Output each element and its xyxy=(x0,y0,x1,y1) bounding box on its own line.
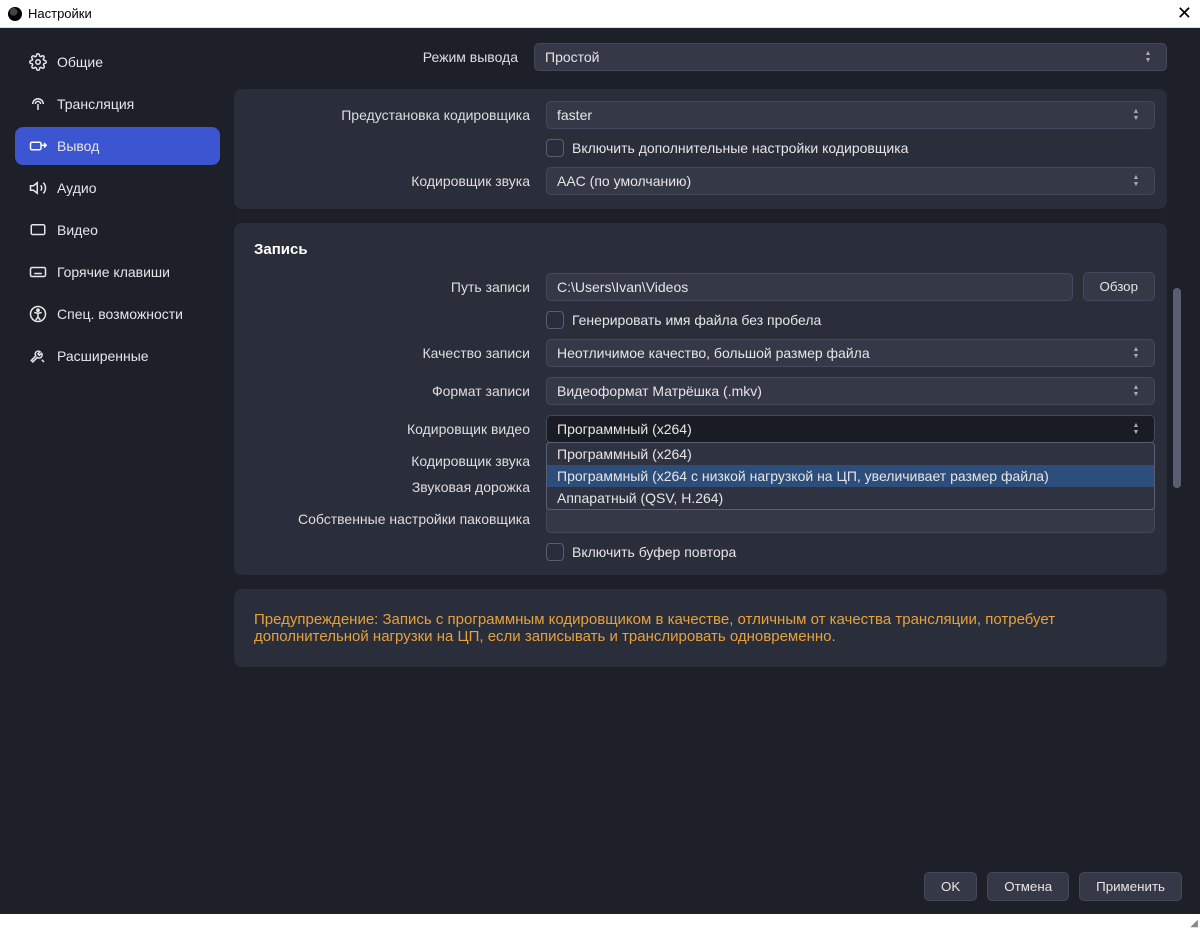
browse-button[interactable]: Обзор xyxy=(1083,272,1156,301)
spinner-icon: ▲▼ xyxy=(1128,347,1144,360)
close-icon[interactable]: ✕ xyxy=(1177,3,1192,24)
sidebar-item-video[interactable]: Видео xyxy=(15,211,220,249)
sidebar-item-output[interactable]: Вывод xyxy=(15,127,220,165)
spinner-icon: ▲▼ xyxy=(1128,423,1144,436)
encoder-preset-select[interactable]: faster ▲▼ xyxy=(546,101,1155,129)
enable-advanced-encoder-checkbox[interactable] xyxy=(546,139,564,157)
recording-panel: Запись Путь записи C:\Users\Ivan\Videos … xyxy=(234,223,1167,575)
enable-advanced-encoder-label: Включить дополнительные настройки кодиро… xyxy=(572,140,908,156)
audio-encoder-label: Кодировщик звука xyxy=(246,173,536,189)
spinner-icon: ▲▼ xyxy=(1128,175,1144,188)
speaker-icon xyxy=(29,179,47,197)
footer: OK Отмена Применить xyxy=(0,858,1200,914)
scrollbar[interactable] xyxy=(1173,288,1181,488)
sidebar-item-stream[interactable]: Трансляция xyxy=(15,85,220,123)
sidebar-item-accessibility[interactable]: Спец. возможности xyxy=(15,295,220,333)
sidebar-item-hotkeys[interactable]: Горячие клавиши xyxy=(15,253,220,291)
muxer-settings-label: Собственные настройки паковщика xyxy=(246,511,536,527)
dropdown-item[interactable]: Программный (x264 с низкой нагрузкой на … xyxy=(547,465,1154,487)
replay-buffer-checkbox[interactable] xyxy=(546,543,564,561)
encoder-preset-label: Предустановка кодировщика xyxy=(246,107,536,123)
tools-icon xyxy=(29,347,47,365)
resize-grip-icon[interactable]: ◢ xyxy=(1190,918,1198,929)
spinner-icon: ▲▼ xyxy=(1140,51,1156,64)
sidebar-item-audio[interactable]: Аудио xyxy=(15,169,220,207)
warning-text: Предупреждение: Запись с программным код… xyxy=(254,611,1055,645)
audio-encoder-select[interactable]: AAC (по умолчанию) ▲▼ xyxy=(546,167,1155,195)
sidebar-item-advanced[interactable]: Расширенные xyxy=(15,337,220,375)
no-space-filename-checkbox[interactable] xyxy=(546,311,564,329)
sidebar-item-label: Видео xyxy=(57,222,98,238)
titlebar: Настройки ✕ xyxy=(0,0,1200,28)
spinner-icon: ▲▼ xyxy=(1128,109,1144,122)
sidebar-item-label: Горячие клавиши xyxy=(57,264,170,280)
ok-button[interactable]: OK xyxy=(924,872,977,901)
window-title: Настройки xyxy=(28,6,92,21)
main-content: Режим вывода Простой ▲▼ Предустановка ко… xyxy=(234,43,1185,843)
recording-quality-select[interactable]: Неотличимое качество, большой размер фай… xyxy=(546,339,1155,367)
audio-track-label: Звуковая дорожка xyxy=(246,479,536,495)
sidebar-item-label: Общие xyxy=(57,54,103,70)
spinner-icon: ▲▼ xyxy=(1128,385,1144,398)
recording-format-select[interactable]: Видеоформат Матрёшка (.mkv) ▲▼ xyxy=(546,377,1155,405)
warning-panel: Предупреждение: Запись с программным код… xyxy=(234,589,1167,667)
sidebar: Общие Трансляция Вывод Аудио Видео xyxy=(15,43,220,843)
obs-icon xyxy=(8,7,22,21)
recording-path-label: Путь записи xyxy=(246,279,536,295)
recording-quality-label: Качество записи xyxy=(246,345,536,361)
cancel-button[interactable]: Отмена xyxy=(987,872,1069,901)
recording-path-input[interactable]: C:\Users\Ivan\Videos xyxy=(546,273,1073,301)
sidebar-item-label: Расширенные xyxy=(57,348,149,364)
dropdown-item[interactable]: Аппаратный (QSV, H.264) xyxy=(547,487,1154,509)
dropdown-item[interactable]: Программный (x264) xyxy=(547,443,1154,465)
sidebar-item-label: Аудио xyxy=(57,180,97,196)
sidebar-item-label: Спец. возможности xyxy=(57,306,183,322)
gear-icon xyxy=(29,53,47,71)
sidebar-item-general[interactable]: Общие xyxy=(15,43,220,81)
recording-video-encoder-label: Кодировщик видео xyxy=(246,421,536,437)
apply-button[interactable]: Применить xyxy=(1079,872,1182,901)
sidebar-item-label: Вывод xyxy=(57,138,99,154)
replay-buffer-label: Включить буфер повтора xyxy=(572,544,736,560)
recording-audio-encoder-label: Кодировщик звука xyxy=(246,453,536,469)
monitor-icon xyxy=(29,221,47,239)
accessibility-icon xyxy=(29,305,47,323)
recording-section-title: Запись xyxy=(254,241,1155,258)
output-icon xyxy=(29,137,47,155)
streaming-panel: Предустановка кодировщика faster ▲▼ Вклю… xyxy=(234,89,1167,209)
keyboard-icon xyxy=(29,263,47,281)
recording-video-encoder-select[interactable]: Программный (x264) ▲▼ Программный (x264)… xyxy=(546,415,1155,443)
sidebar-item-label: Трансляция xyxy=(57,96,134,112)
recording-format-label: Формат записи xyxy=(246,383,536,399)
no-space-filename-label: Генерировать имя файла без пробела xyxy=(572,312,821,328)
output-mode-select[interactable]: Простой ▲▼ xyxy=(534,43,1167,71)
video-encoder-dropdown: Программный (x264) Программный (x264 с н… xyxy=(546,442,1155,510)
output-mode-label: Режим вывода xyxy=(234,49,524,65)
antenna-icon xyxy=(29,95,47,113)
